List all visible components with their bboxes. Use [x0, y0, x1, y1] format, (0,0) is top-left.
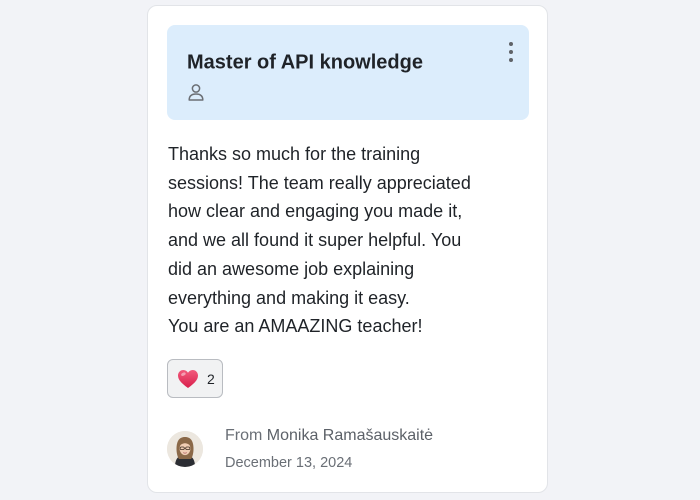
- message-line: how clear and engaging you made it,: [168, 201, 463, 222]
- user-outline-icon: [187, 83, 205, 101]
- message-line: Thanks so much for the training: [168, 144, 421, 164]
- from-label: From: [225, 427, 263, 444]
- sender-avatar: [167, 431, 203, 467]
- card-header: Master of API knowledge: [167, 25, 529, 120]
- more-options-button[interactable]: [503, 37, 519, 67]
- sender-name: Monika Ramašauskaitė: [266, 427, 434, 444]
- reaction-count: 2: [207, 370, 215, 387]
- more-vertical-icon-dot: [509, 42, 513, 46]
- heart-icon: [178, 369, 198, 388]
- message-line: and we all found it super helpful. You: [168, 230, 462, 251]
- heart-reaction-button[interactable]: 2: [167, 359, 223, 398]
- message-line: You are an AMAAZING teacher!: [168, 316, 423, 337]
- message-line: everything and making it easy.: [168, 287, 410, 308]
- kudos-message: Thanks so much for the training sessions…: [168, 140, 528, 341]
- more-vertical-icon-dot: [509, 58, 513, 62]
- sent-date: December 13, 2024: [225, 455, 353, 471]
- message-line: sessions! The team really appreciated: [168, 172, 471, 193]
- more-vertical-icon-dot: [509, 50, 513, 54]
- message-line: did an awesome job explaining: [168, 258, 415, 279]
- kudos-card: Master of API knowledge Thanks so much f…: [147, 5, 548, 493]
- card-title: Master of API knowledge: [187, 51, 423, 74]
- sender-line: From Monika Ramašauskaitė: [225, 427, 433, 445]
